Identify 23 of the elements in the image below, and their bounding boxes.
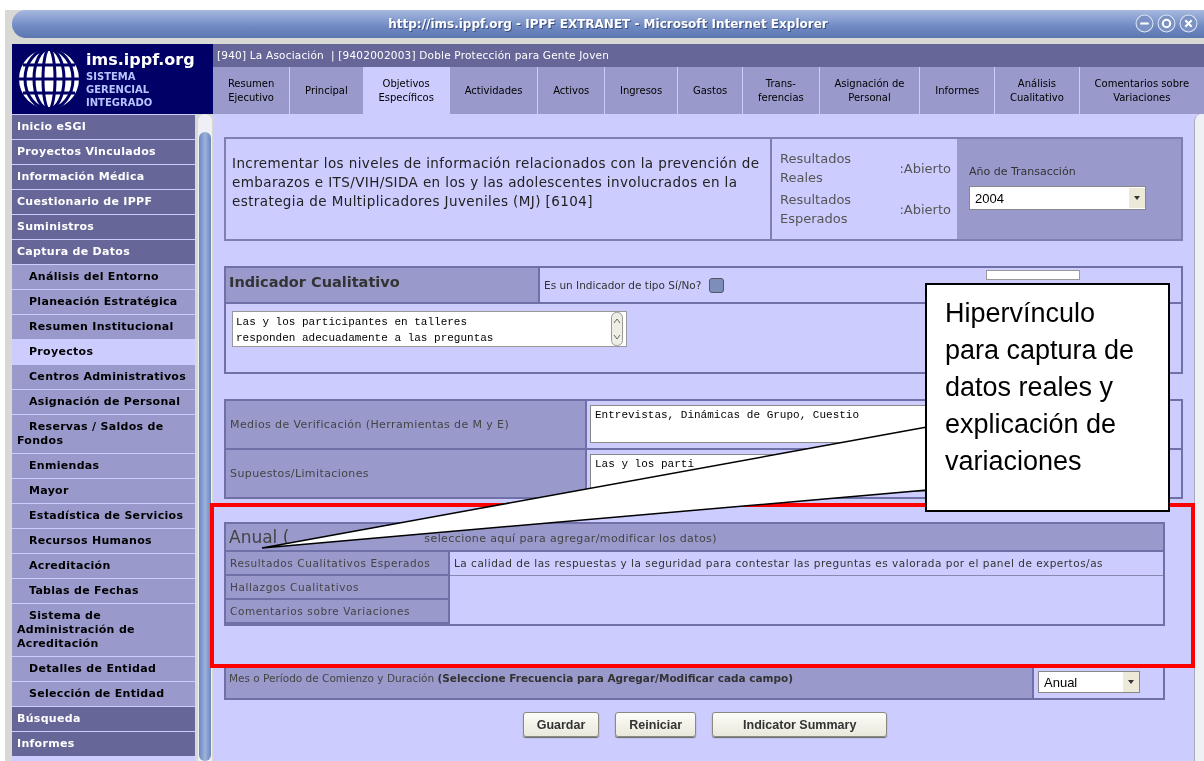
- objective-text: Incrementar los niveles de información relacionados con la prevención de embarazos e ITS/VIH/SIDA en los y las adolescentes involucrados en la estrategia de Multiplicadores Juveniles (MJ) [6104]: [226, 139, 772, 239]
- logo-subtitle: INTEGRADO: [86, 95, 154, 109]
- callout-note: Hipervínculo para captura de datos reales y explicación de variaciones: [925, 283, 1170, 512]
- logo-domain: ims.ippf.org: [86, 49, 195, 70]
- breadcrumb: [940] La Asociación | [9402002003] Doble Protección para Gente Joven: [213, 44, 1204, 67]
- year-label: Año de Transacción: [969, 165, 1077, 178]
- table-cell: La calidad de las respuestas y la seguridad para contestar las preguntas es valorada por el panel de expertos/as: [450, 552, 1163, 576]
- row-label: Resultados Cualitativos Esperados: [226, 552, 450, 576]
- logo-subtitle: GERENCIAL: [86, 82, 151, 96]
- status-value: :Abierto: [899, 201, 951, 217]
- field-label: Medios de Verificación (Herramientas de M y E): [226, 401, 587, 448]
- status-label: Resultados Esperados: [780, 191, 853, 228]
- logo-subtitle: SISTEMA: [86, 69, 137, 83]
- indicator-title: Indicador Cualitativo: [226, 268, 540, 302]
- window-title: http://ims.ippf.org - IPPF EXTRANET - Microsoft Internet Explorer: [388, 17, 828, 31]
- row-label: Comentarios sobre Variaciones: [226, 600, 450, 624]
- annual-hint: seleccione aquí para agregar/modificar los datos): [424, 531, 717, 547]
- status-value: :Abierto: [899, 160, 951, 176]
- status-label: Resultados Reales: [780, 150, 853, 187]
- question-label: Es un Indicador de tipo Sí/No?: [544, 279, 702, 291]
- period-label: Mes o Período de Comienzo y Duración (Seleccione Frecuencia para Agregar/Modificar cada campo): [226, 668, 1032, 698]
- row-label: Hallazgos Cualitativos: [226, 576, 450, 600]
- field-label: Supuestos/Limitaciones: [226, 450, 587, 497]
